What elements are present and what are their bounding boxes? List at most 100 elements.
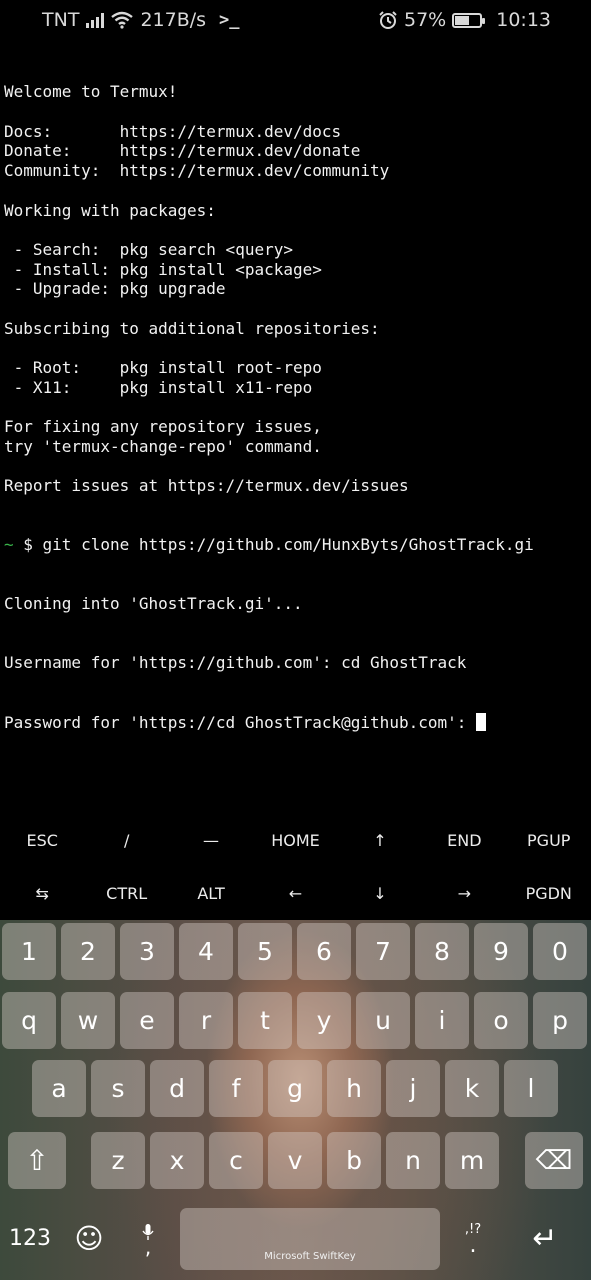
soft-keyboard: ⇧ ⌫ 123 ☺ , Microsoft SwiftKey ,!? . ↵ 1… [0,920,591,1280]
extra-keys-row-1: ESC / — HOME ↑ END PGUP [0,814,591,867]
letter-key[interactable]: d [150,1060,204,1117]
terminal-line: - X11: pkg install x11-repo [4,377,313,397]
prompt-command: $ git clone https://github.com/HunxByts/… [13,535,534,555]
extra-key[interactable]: ↓ [338,867,422,920]
emoji-key[interactable]: ☺ [60,1210,118,1267]
letter-key[interactable]: n [386,1132,440,1189]
number-key[interactable]: 7 [356,923,410,980]
extra-key[interactable]: PGUP [507,814,591,867]
number-key[interactable]: 5 [238,923,292,980]
space-bar[interactable]: Microsoft SwiftKey [180,1208,440,1270]
letter-key[interactable]: q [2,992,56,1049]
extra-key[interactable]: / [84,814,168,867]
battery-percent: 57% [404,9,447,31]
extra-key[interactable]: → [422,867,506,920]
terminal-line: Community: https://termux.dev/community [4,161,390,181]
prompt-tilde: ~ [4,535,14,555]
letter-key[interactable]: g [268,1060,322,1117]
battery-icon [452,12,486,28]
number-key[interactable]: 6 [297,923,351,980]
comma-label: , [144,1234,152,1259]
terminal-line: try 'termux-change-repo' command. [4,436,322,456]
letter-key[interactable]: y [297,992,351,1049]
shift-key[interactable]: ⇧ [8,1132,66,1189]
letter-key[interactable]: k [445,1060,499,1117]
number-key[interactable]: 1 [2,923,56,980]
letter-key[interactable]: z [91,1132,145,1189]
cloning-line: Cloning into 'GhostTrack.gi'... [4,594,303,614]
letter-key[interactable]: a [32,1060,86,1117]
letter-key[interactable]: c [209,1132,263,1189]
number-key[interactable]: 8 [415,923,469,980]
terminal-line: - Install: pkg install <package> [4,259,322,279]
status-bar: TNT 217B/s >_ 57% 10:13 [0,0,591,42]
number-key[interactable]: 3 [120,923,174,980]
number-key[interactable]: 0 [533,923,587,980]
terminal-line: Donate: https://termux.dev/donate [4,141,361,161]
letter-key[interactable]: p [533,992,587,1049]
comma-mic-key[interactable]: , [120,1210,176,1267]
termux-extra-keys: ESC / — HOME ↑ END PGUP ⇆ CTRL ALT ← ↓ → PGDN [0,814,591,920]
number-key[interactable]: 4 [179,923,233,980]
terminal-line: Report issues at https://termux.dev/issu… [4,476,409,496]
period-key[interactable]: ,!? . [445,1210,501,1267]
extra-key[interactable]: ALT [169,867,253,920]
letter-key[interactable]: l [504,1060,558,1117]
letter-key[interactable]: u [356,992,410,1049]
extra-keys-row-2: ⇆ CTRL ALT ← ↓ → PGDN [0,867,591,920]
letter-key[interactable]: b [327,1132,381,1189]
extra-key[interactable]: END [422,814,506,867]
letter-key[interactable]: s [91,1060,145,1117]
extra-key[interactable]: CTRL [84,867,168,920]
symbols-key[interactable]: 123 [2,1210,58,1267]
extra-key[interactable]: ESC [0,814,84,867]
terminal-line: Welcome to Termux! [4,82,178,102]
backspace-key[interactable]: ⌫ [525,1132,583,1189]
clock: 10:13 [496,9,551,31]
terminal-line: Working with packages: [4,200,216,220]
number-key[interactable]: 9 [474,923,528,980]
letter-key[interactable]: o [474,992,528,1049]
letter-key[interactable]: h [327,1060,381,1117]
letter-key[interactable]: i [415,992,469,1049]
space-bar-label: Microsoft SwiftKey [264,1251,356,1262]
terminal-output[interactable]: Welcome to Termux! Docs: https://termux.d… [4,43,591,752]
enter-key[interactable]: ↵ [515,1210,575,1267]
signal-icon [86,12,105,28]
alarm-icon [379,11,397,29]
extra-key[interactable]: HOME [253,814,337,867]
extra-key[interactable]: ← [253,867,337,920]
extra-key[interactable]: PGDN [507,867,591,920]
terminal-line: For fixing any repository issues, [4,417,322,437]
carrier-label: TNT [42,9,80,31]
password-line[interactable]: Password for 'https://cd GhostTrack@gith… [4,712,591,733]
termux-icon: >_ [219,10,240,30]
number-key[interactable]: 2 [61,923,115,980]
extra-key[interactable]: — [169,814,253,867]
letter-key[interactable]: x [150,1132,204,1189]
password-prompt: Password for 'https://cd GhostTrack@gith… [4,712,477,732]
letter-key[interactable]: t [238,992,292,1049]
letter-key[interactable]: m [445,1132,499,1189]
terminal-line: - Upgrade: pkg upgrade [4,279,226,299]
letter-key[interactable]: r [179,992,233,1049]
username-line: Username for 'https://github.com': cd Gh… [4,653,467,673]
letter-key[interactable]: j [386,1060,440,1117]
letter-key[interactable]: e [120,992,174,1049]
extra-key[interactable]: ⇆ [0,867,84,920]
letter-key[interactable]: f [209,1060,263,1117]
terminal-line: Docs: https://termux.dev/docs [4,121,342,141]
text-cursor [476,712,487,731]
terminal-line: - Root: pkg install root-repo [4,358,322,378]
letter-key[interactable]: v [268,1132,322,1189]
letter-key[interactable]: w [61,992,115,1049]
net-speed: 217B/s [140,9,207,31]
extra-key[interactable]: ↑ [338,814,422,867]
